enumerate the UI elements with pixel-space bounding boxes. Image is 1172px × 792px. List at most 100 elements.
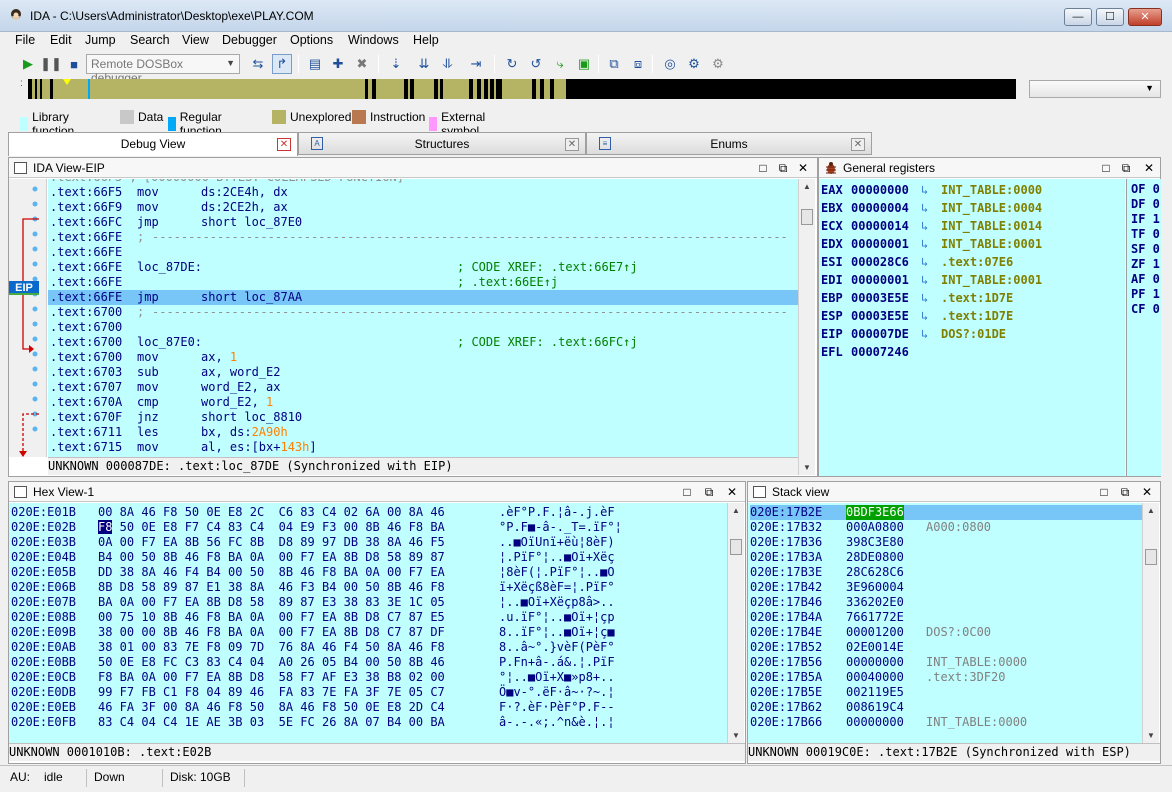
code-line[interactable]: .text:66FC jmp short loc_87E0 xyxy=(48,215,798,230)
register-value[interactable]: 00000014 xyxy=(851,217,909,235)
stack-value[interactable]: 3E960004 xyxy=(846,580,904,595)
stack-row[interactable]: 020E:17B2E 0BDF3E66 xyxy=(750,505,1142,520)
jump-arrow-icon[interactable]: ↳ xyxy=(921,271,928,289)
debugger-select[interactable]: Remote DOSBox debugger ▼ xyxy=(86,54,240,85)
stack-row[interactable]: 020E:17B5A 00040000 .text:3DF20 xyxy=(750,670,1142,685)
jump-arrow-icon[interactable]: ↳ xyxy=(921,181,928,199)
step-over-icon[interactable]: ⇣ xyxy=(386,54,406,74)
hex-bytes[interactable]: 50 0E E8 FC C3 83 C4 04 A0 26 05 B4 00 5… xyxy=(98,655,445,670)
hex-bytes[interactable]: F8 BA 0A 00 F7 EA 8B D8 58 F7 AF E3 38 B… xyxy=(98,670,445,685)
view-segments-icon[interactable]: ⧉ xyxy=(604,54,624,74)
register-value[interactable]: 00000000 xyxy=(851,181,909,199)
stack-value[interactable]: 008619C4 xyxy=(846,700,904,715)
menu-help[interactable]: Help xyxy=(413,33,439,47)
terminate-process-icon[interactable]: ■ xyxy=(64,54,84,74)
flag-row[interactable]: OF 0 xyxy=(1131,182,1160,197)
navigation-band[interactable] xyxy=(28,79,1016,99)
stack-value[interactable]: 00040000 xyxy=(846,670,904,685)
close-panel-icon[interactable]: ✕ xyxy=(1139,484,1155,500)
stack-row[interactable]: 020E:17B3E 28C628C6 xyxy=(750,565,1142,580)
register-value[interactable]: 00003E5E xyxy=(851,307,909,325)
code-line[interactable]: .text:6700; -----------------------------… xyxy=(48,305,798,320)
stack-row[interactable]: 020E:17B66 00000000 INT_TABLE:0000 xyxy=(750,715,1142,730)
register-target[interactable]: .text:1D7E xyxy=(941,307,1013,325)
stack-value[interactable]: 00001200 xyxy=(846,625,904,640)
close-panel-icon[interactable]: ✕ xyxy=(795,160,811,176)
stack-scrollbar[interactable]: ▲ ▼ xyxy=(1142,503,1159,743)
code-line[interactable]: .text:66FE loc_87DE: ; CODE XREF: .text:66… xyxy=(48,260,798,275)
stack-row[interactable]: 020E:17B42 3E960004 xyxy=(750,580,1142,595)
add-breakpoint-icon[interactable]: ✚ xyxy=(328,54,348,74)
minimize-panel-icon[interactable]: □ xyxy=(755,160,771,176)
code-line[interactable]: .text:6703 sub ax, word_E2 xyxy=(48,365,798,380)
stack-row[interactable]: 020E:17B4E 00001200 DOS?:0C00 xyxy=(750,625,1142,640)
flag-row[interactable]: CF 0 xyxy=(1131,302,1160,317)
close-icon[interactable]: ✕ xyxy=(277,138,291,151)
stack-row[interactable]: 020E:17B56 00000000 INT_TABLE:0000 xyxy=(750,655,1142,670)
stack-value[interactable]: 28DE0800 xyxy=(846,550,904,565)
float-panel-icon[interactable]: ⧉ xyxy=(775,160,791,176)
stack-row[interactable]: 020E:17B5E 002119E5 xyxy=(750,685,1142,700)
code-line[interactable]: .text:6700 loc_87E0: ; CODE XREF: .text:66… xyxy=(48,335,798,350)
register-value[interactable]: 00007246 xyxy=(851,343,909,361)
code-line[interactable]: .text:66F5 mov ds:2CE4h, dx xyxy=(48,185,798,200)
start-process-icon[interactable]: ▶ xyxy=(18,54,38,74)
stack-row[interactable]: 020E:17B32 000A0800 A000:0800 xyxy=(750,520,1142,535)
scroll-up-icon[interactable]: ▲ xyxy=(732,506,740,515)
minimize-panel-icon[interactable]: □ xyxy=(1098,160,1114,176)
register-target[interactable]: INT_TABLE:0000 xyxy=(941,181,1042,199)
code-line[interactable]: .text:66FE; -----------------------------… xyxy=(48,230,798,245)
menu-jump[interactable]: Jump xyxy=(85,33,116,47)
show-trace-icon[interactable]: ▣ xyxy=(574,54,594,74)
register-value[interactable]: 00003E5E xyxy=(851,289,909,307)
flag-row[interactable]: PF 1 xyxy=(1131,287,1160,302)
menu-edit[interactable]: Edit xyxy=(50,33,72,47)
pause-process-icon[interactable]: ❚❚ xyxy=(40,54,62,74)
minimize-panel-icon[interactable]: □ xyxy=(679,484,695,500)
menu-debugger[interactable]: Debugger xyxy=(222,33,277,47)
stack-row[interactable]: 020E:17B3A 28DE0800 xyxy=(750,550,1142,565)
tab-structures[interactable]: A Structures ✕ xyxy=(298,132,586,155)
flag-row[interactable]: IF 1 xyxy=(1131,212,1160,227)
close-button[interactable]: ✕ xyxy=(1128,8,1162,26)
code-line[interactable]: .text:66FE ; .text:66EE↑j xyxy=(48,275,798,290)
minimize-panel-icon[interactable]: □ xyxy=(1096,484,1112,500)
register-target[interactable]: .text:1D7E xyxy=(941,289,1013,307)
hex-bytes[interactable]: 46 FA 3F 00 8A 46 F8 50 8A 46 F8 50 0E E… xyxy=(98,700,445,715)
trace-icon[interactable]: ⥥ xyxy=(438,54,458,74)
close-icon[interactable]: ✕ xyxy=(851,138,865,151)
hex-bytes[interactable]: 38 01 00 83 7E F8 09 7D 76 8A 46 F4 50 8… xyxy=(98,640,445,655)
hex-bytes[interactable]: 0A 00 F7 EA 8B 56 FC 8B D8 89 97 DB 38 8… xyxy=(98,535,445,550)
scroll-down-icon[interactable]: ▼ xyxy=(803,463,811,472)
delete-breakpoint-icon[interactable]: ✖ xyxy=(352,54,372,74)
flag-row[interactable]: SF 0 xyxy=(1131,242,1160,257)
jump-arrow-icon[interactable]: ↳ xyxy=(921,307,928,325)
stack-row[interactable]: 020E:17B36 398C3E80 xyxy=(750,535,1142,550)
menu-search[interactable]: Search xyxy=(130,33,170,47)
register-target[interactable]: INT_TABLE:0001 xyxy=(941,271,1042,289)
jump-arrow-icon[interactable]: ↳ xyxy=(921,217,928,235)
stack-value[interactable]: 000A0800 xyxy=(846,520,904,535)
tab-enums[interactable]: ≡ Enums ✕ xyxy=(586,132,872,155)
close-icon[interactable]: ✕ xyxy=(565,138,579,151)
hex-scrollbar[interactable]: ▲ ▼ xyxy=(727,503,744,743)
step-out-icon[interactable]: ⇥ xyxy=(466,54,486,74)
clear-trace-icon[interactable]: ⚙ xyxy=(708,54,728,74)
scrollbar-thumb[interactable] xyxy=(730,539,742,555)
hex-bytes[interactable]: 38 00 00 8B 46 F8 BA 0A 00 F7 EA 8B D8 C… xyxy=(98,625,445,640)
disassembly-listing[interactable]: .text:66F5 ; [00000000 BYTES: COLLAPSED … xyxy=(48,179,798,457)
float-panel-icon[interactable]: ⧉ xyxy=(1117,484,1133,500)
code-line[interactable]: .text:66FE xyxy=(48,245,798,260)
code-line[interactable]: .text:6707 mov word_E2, ax xyxy=(48,380,798,395)
register-value[interactable]: 00000001 xyxy=(851,271,909,289)
hex-bytes[interactable]: DD 38 8A 46 F4 B4 00 50 8B 46 F8 BA 0A 0… xyxy=(98,565,445,580)
hex-bytes[interactable]: 8B D8 58 89 87 E1 38 8A 46 F3 B4 00 50 8… xyxy=(98,580,445,595)
code-line[interactable]: .text:66FE jmp short loc_87AA xyxy=(48,290,798,305)
hex-bytes[interactable]: 00 8A 46 F8 50 0E E8 2C C6 83 C4 02 6A 0… xyxy=(98,505,445,520)
register-value[interactable]: 00000001 xyxy=(851,235,909,253)
scroll-down-icon[interactable]: ▼ xyxy=(732,731,740,740)
flag-list[interactable]: OF 0 DF 0 IF 1 TF 0 SF 0 ZF 1 AF 0 PF 1 CF 0 xyxy=(1126,179,1161,476)
minimize-button[interactable]: — xyxy=(1064,8,1092,26)
jump-arrow-icon[interactable]: ↳ xyxy=(921,199,928,217)
stack-trace-icon[interactable]: ⚙ xyxy=(684,54,704,74)
